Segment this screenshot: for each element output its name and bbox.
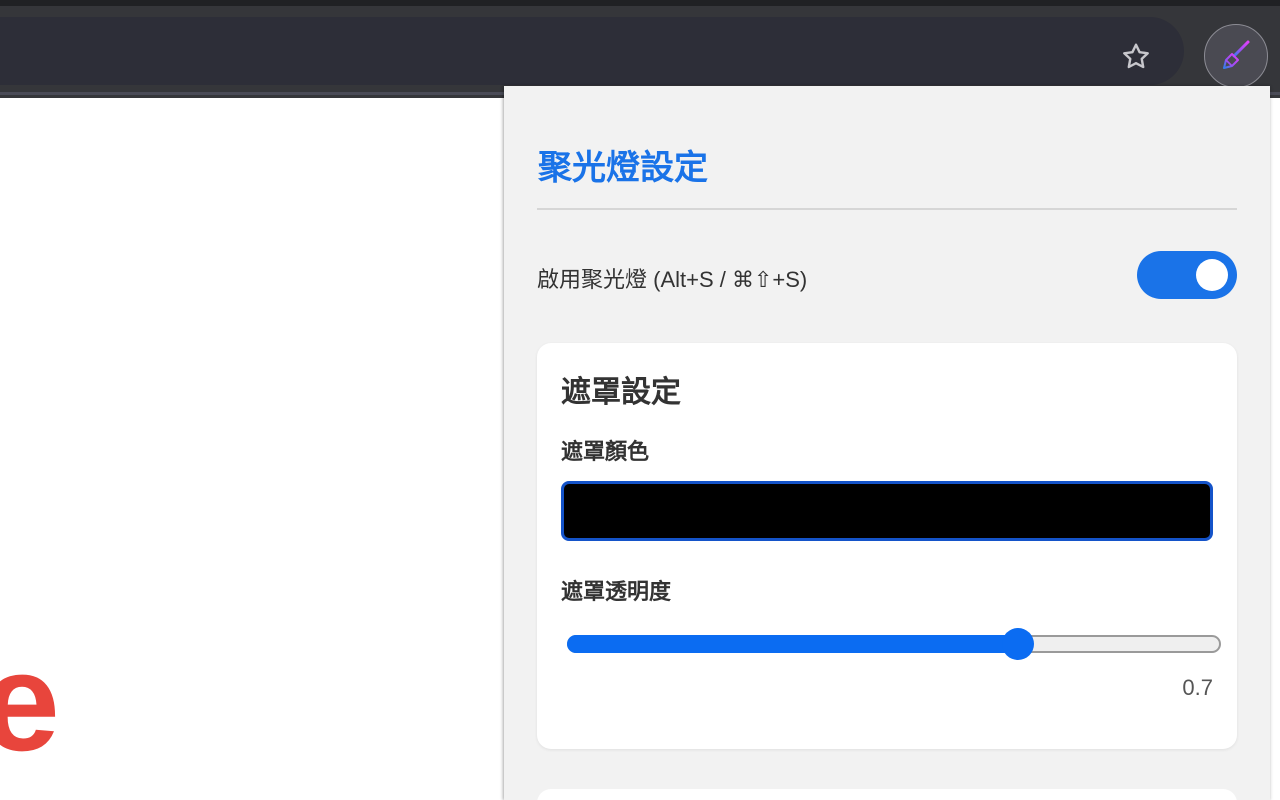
title-divider [537,208,1237,210]
toggle-knob [1196,259,1228,291]
mask-settings-card: 遮罩設定 遮罩顏色 遮罩透明度 0.7 [537,343,1237,749]
paint-brush-icon [1223,40,1250,69]
page-logo-fragment: e [0,623,60,780]
mask-opacity-label: 遮罩透明度 [561,579,672,604]
extension-popup: 聚光燈設定 啟用聚光燈 (Alt+S / ⌘⇧+S) 遮罩設定 遮罩顏色 遮罩透… [504,86,1270,800]
slider-thumb[interactable] [1002,628,1034,660]
mask-opacity-slider[interactable] [567,628,1221,660]
bookmark-star-button[interactable] [1114,35,1158,79]
browser-toolbar [0,6,1280,98]
slider-fill [567,635,1018,653]
next-settings-card [537,789,1237,800]
star-outline-icon [1123,43,1149,69]
enable-spotlight-toggle[interactable] [1137,251,1237,299]
mask-settings-title: 遮罩設定 [561,376,681,409]
address-bar[interactable] [0,17,1184,85]
mask-opacity-value: 0.7 [1182,675,1213,700]
mask-color-input[interactable] [561,481,1213,541]
popup-title: 聚光燈設定 [538,149,708,187]
extension-button[interactable] [1204,24,1268,88]
mask-color-label: 遮罩顏色 [561,439,650,464]
enable-spotlight-label: 啟用聚光燈 (Alt+S / ⌘⇧+S) [537,267,808,292]
